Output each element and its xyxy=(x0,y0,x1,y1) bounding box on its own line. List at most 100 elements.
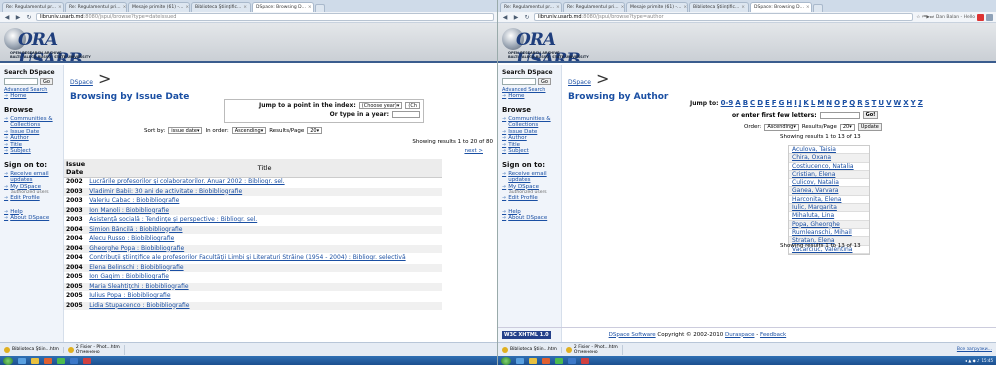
tab-2[interactable]: Re: Regulamentul pri... × xyxy=(563,2,625,12)
letter-link[interactable]: F xyxy=(772,99,777,107)
letter-link[interactable]: X xyxy=(903,99,908,107)
col-title[interactable]: Title xyxy=(87,159,442,178)
close-icon[interactable]: × xyxy=(621,5,624,10)
download-item[interactable]: 2 Fisier - Phot...htm Отменено xyxy=(565,344,623,355)
author-link[interactable]: Cristian, Elena xyxy=(789,170,869,180)
address-bar[interactable]: libruniv.usarb.md:8080/jspui/browse?type… xyxy=(36,13,494,21)
media-icon[interactable] xyxy=(44,357,52,364)
author-link[interactable]: Costiucenco, Natalia xyxy=(789,163,869,171)
new-tab-button[interactable] xyxy=(813,4,824,12)
year-select[interactable]: (Choose year) ▾ xyxy=(358,102,403,109)
letter-link[interactable]: B xyxy=(743,99,748,107)
ie-icon[interactable] xyxy=(516,357,524,364)
letter-link[interactable]: A xyxy=(735,99,740,107)
word-icon[interactable] xyxy=(70,357,78,364)
close-icon[interactable]: × xyxy=(243,5,247,10)
close-icon[interactable]: × xyxy=(308,5,312,10)
close-icon[interactable]: × xyxy=(556,5,560,10)
sidebar-item-receive-email[interactable]: ➜ Receive email updates xyxy=(502,171,557,184)
item-title-link[interactable]: Simion Băncilă : Biobibliografie xyxy=(89,226,182,233)
extension-icon[interactable] xyxy=(977,13,984,21)
letter-link[interactable]: M xyxy=(817,99,824,107)
chrome-icon[interactable] xyxy=(57,357,65,364)
results-per-page-select[interactable]: 20 ▾ xyxy=(307,127,323,134)
start-button-icon[interactable] xyxy=(3,356,13,365)
show-all-downloads-link[interactable]: Все загрузки... xyxy=(957,347,992,352)
order-select[interactable]: Ascending ▾ xyxy=(764,123,799,131)
go-button[interactable]: Go! xyxy=(862,111,879,119)
wrench-icon[interactable] xyxy=(986,13,993,21)
letter-link[interactable]: D xyxy=(757,99,763,107)
letter-link[interactable]: G xyxy=(779,99,785,107)
download-item[interactable]: 2 Fisier - Phot...htm Отменено xyxy=(67,344,125,355)
star-icon[interactable]: ☆ xyxy=(916,15,920,20)
letter-link[interactable]: U xyxy=(878,99,884,107)
tab-5-active[interactable]: DSpace: Browsing D... × xyxy=(750,2,813,12)
search-input[interactable] xyxy=(4,78,38,85)
close-icon[interactable]: × xyxy=(123,5,126,10)
col-issue-date[interactable]: Issue Date xyxy=(64,159,88,178)
item-title-link[interactable]: Ion Gagim : Biobibliografie xyxy=(89,273,169,280)
letter-link[interactable]: L xyxy=(811,99,815,107)
author-link[interactable]: Ganea, Varvara xyxy=(789,187,869,196)
item-title-link[interactable]: Maria Sleahtiţchi : Biobibliografie xyxy=(89,283,188,290)
media-controls-icon[interactable]: ⏮▶⏭ xyxy=(922,14,934,20)
update-button[interactable]: Update xyxy=(857,123,882,131)
search-input[interactable] xyxy=(502,78,536,85)
letter-link[interactable]: Q xyxy=(849,99,855,107)
letters-input[interactable] xyxy=(819,111,860,119)
feedback-link[interactable]: Feedback xyxy=(760,332,786,338)
item-title-link[interactable]: Gheorghe Popa : Biobibliografie xyxy=(89,245,184,252)
item-title-link[interactable]: Alecu Russo : Biobibliografie xyxy=(89,235,174,242)
author-link[interactable]: Iulic, Margarita xyxy=(789,204,869,213)
sidebar-item-subject[interactable]: ➜ Subject xyxy=(502,148,557,155)
back-icon[interactable]: ◀ xyxy=(3,13,11,21)
reload-icon[interactable]: ↻ xyxy=(25,13,33,21)
item-title-link[interactable]: Lidia Stupacenco : Biobibliografie xyxy=(89,302,189,309)
tab-3[interactable]: Mesaje primite (61) -... × xyxy=(626,2,688,12)
next-page-link[interactable]: next > xyxy=(464,148,483,154)
duraspace-link[interactable]: Duraspace xyxy=(725,332,755,338)
letter-link[interactable]: Y xyxy=(911,99,916,107)
item-title-link[interactable]: Iulius Popa : Biobibliografie xyxy=(89,292,170,299)
letter-link[interactable]: S xyxy=(865,99,870,107)
start-button-icon[interactable] xyxy=(501,356,511,365)
download-item[interactable]: Biblioteca Ştiin...htm xyxy=(4,346,64,353)
close-icon[interactable]: × xyxy=(58,5,62,10)
dspace-software-link[interactable]: DSpace Software xyxy=(609,332,656,338)
results-per-page-select[interactable]: 20 ▾ xyxy=(839,123,855,131)
letter-link[interactable]: E xyxy=(765,99,770,107)
go-button[interactable]: Go xyxy=(40,78,53,85)
item-title-link[interactable]: Lucrările profesorilor şi colaboratorilo… xyxy=(89,178,284,185)
sidebar-item-about[interactable]: ➜ About DSpace xyxy=(502,215,557,222)
tab-1[interactable]: Re: Regulamentul pr... × xyxy=(500,2,562,12)
item-title-link[interactable]: Elena Belinschi : Biobibliografie xyxy=(89,264,183,271)
letter-link[interactable]: K xyxy=(803,99,808,107)
tab-2[interactable]: Re: Regulamentul pri... × xyxy=(65,2,127,12)
letter-link[interactable]: 0-9 xyxy=(721,99,734,107)
sidebar-item-home[interactable]: ➜ Home xyxy=(502,93,557,100)
author-link[interactable]: Harconita, Elena xyxy=(789,196,869,205)
month-select[interactable]: (Ch xyxy=(405,102,420,109)
tray-icons[interactable]: ◂ ▲ ◆ ♪ xyxy=(965,358,980,363)
address-bar[interactable]: libruniv.usarb.md:8080/jspui/browse?type… xyxy=(534,13,914,21)
back-icon[interactable]: ◀ xyxy=(501,13,509,21)
tab-3[interactable]: Mesaje primite (61) -... × xyxy=(128,2,190,12)
tab-1[interactable]: Re: Regulamentul pr... × xyxy=(2,2,64,12)
sidebar-item-home[interactable]: ➜ Home xyxy=(4,93,59,100)
breadcrumb[interactable]: DSpace xyxy=(568,79,591,86)
breadcrumb[interactable]: DSpace xyxy=(70,79,93,86)
tab-4[interactable]: Biblioteca Ştiinţific... × xyxy=(191,2,252,12)
author-link[interactable]: Mihaluta, Lina xyxy=(789,212,869,221)
ora-usarb-logo[interactable]: ORA USARB OPEN RESEARCH ARCHIVE BALTI "AL… xyxy=(4,26,94,61)
letter-link[interactable]: I xyxy=(794,99,797,107)
w3c-badge[interactable]: W3C XHTML 1.0 xyxy=(502,330,551,339)
author-link[interactable]: Aculova, Taisia xyxy=(789,146,869,155)
reload-icon[interactable]: ↻ xyxy=(523,13,531,21)
sidebar-item-about[interactable]: ➜ About DSpace xyxy=(4,215,59,222)
item-title-link[interactable]: Contribuţii ştiinţifice ale profesorilor… xyxy=(89,254,405,261)
sidebar-item-communities[interactable]: ➜ Communities & Collections xyxy=(502,116,557,129)
sidebar-item-communities[interactable]: ➜ Communities & Collections xyxy=(4,116,59,129)
forward-icon[interactable]: ▶ xyxy=(512,13,520,21)
item-title-link[interactable]: Vladimir Babii: 30 ani de activitate : B… xyxy=(89,188,242,195)
